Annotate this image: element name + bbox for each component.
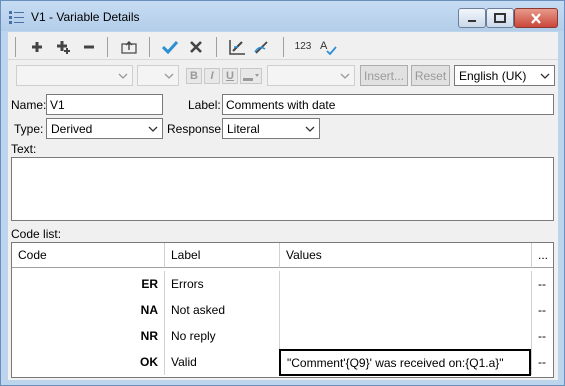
chevron-down-icon [340,73,350,79]
clear-icon [254,41,268,54]
toolbar-separator [216,37,217,57]
insert-button[interactable]: Insert... [360,65,408,86]
bold-button[interactable]: B [186,68,202,84]
properties-button[interactable] [225,36,249,58]
code-cell[interactable]: NA [12,297,165,323]
toolbar-separator [15,37,16,57]
chevron-down-icon [540,73,550,79]
remove-icon [84,45,94,49]
remove-code-button[interactable] [79,36,99,58]
add-icon [32,42,42,52]
underline-button[interactable]: U [222,68,238,84]
table-row[interactable]: NR No reply -- [12,323,553,349]
italic-button[interactable]: I [204,68,220,84]
code-cell[interactable]: OK [12,349,165,375]
code-cell[interactable]: ER [12,271,165,297]
type-value: Derived [51,122,93,136]
column-header-code[interactable]: Code [12,243,165,268]
variable-details-window: V1 - Variable Details 123 A B I U Insert… [0,0,565,386]
dialog-client-area: 123 A B I U Insert... Reset English (UK)… [8,32,558,380]
svg-text:A: A [320,40,328,52]
title-bar: V1 - Variable Details [1,1,564,31]
reset-button[interactable]: Reset [411,65,450,86]
values-cell[interactable] [280,297,532,323]
more-cell[interactable]: -- [532,323,553,349]
variable-details-icon [9,11,24,24]
cancel-button[interactable] [185,36,207,58]
add-code-button[interactable] [27,36,47,58]
column-header-more[interactable]: ... [532,243,553,268]
label-cell[interactable]: Valid [165,349,280,375]
table-row[interactable]: ER Errors -- [12,271,553,297]
font-name-combo[interactable] [16,65,133,86]
minimize-button[interactable] [458,8,486,28]
spell-check-icon: A [320,40,337,55]
values-cell[interactable] [280,271,532,297]
language-value: English (UK) [459,69,527,83]
toolbar-separator [107,37,108,57]
font-size-combo[interactable] [137,65,179,86]
type-label: Type: [14,122,44,136]
type-select[interactable]: Derived [46,118,163,139]
language-combo[interactable]: English (UK) [454,65,555,86]
response-label: Response: [167,122,225,136]
minimize-icon [468,20,476,22]
toolbar-divider [8,59,558,60]
response-value: Literal [227,122,260,136]
label-cell[interactable]: Errors [165,271,280,297]
name-input[interactable]: V1 [46,94,163,115]
name-label: Name: [11,98,47,112]
maximize-icon [494,13,506,23]
table-row[interactable]: NA Not asked -- [12,297,553,323]
column-header-label[interactable]: Label [165,243,280,268]
cancel-x-icon [190,41,202,53]
text-color-button[interactable] [240,68,262,84]
numbering-icon: 123 [294,40,312,52]
grid-header-row: Code Label Values ... [12,243,553,268]
close-icon [531,12,541,24]
move-up-button[interactable] [118,36,140,58]
chevron-down-icon [305,126,315,132]
label-cell[interactable]: Not asked [165,297,280,323]
window-title: V1 - Variable Details [31,10,140,24]
style-combo[interactable] [267,65,355,86]
chevron-down-icon [164,73,174,79]
codelist-label: Code list: [11,227,62,241]
more-cell[interactable]: -- [532,297,553,323]
properties-icon [229,40,245,55]
code-cell[interactable]: NR [12,323,165,349]
more-cell[interactable]: -- [532,271,553,297]
chevron-down-icon [118,73,128,79]
code-list-grid: Code Label Values ... ER Errors -- NA No… [11,242,554,378]
question-text-area[interactable] [11,157,554,221]
column-header-values[interactable]: Values [280,243,532,268]
label-cell[interactable]: No reply [165,323,280,349]
maximize-button[interactable] [486,8,514,28]
response-select[interactable]: Literal [222,118,320,139]
values-cell[interactable] [280,323,532,349]
ok-button[interactable] [159,36,181,58]
add-multiple-icon [57,41,70,54]
text-label: Text: [11,142,37,156]
text-color-icon [243,74,259,81]
move-up-icon [121,41,137,54]
spell-check-button[interactable]: A [317,36,339,58]
toolbar-separator [283,37,284,57]
ok-check-icon [162,40,178,54]
numbering-button[interactable]: 123 [290,35,316,57]
label-input[interactable]: Comments with date [222,94,554,115]
clear-button[interactable] [250,36,274,58]
close-button[interactable] [514,8,558,28]
toolbar-separator [149,37,150,57]
values-cell-editing[interactable]: "Comment'{Q9}' was received on:{Q1.a}" [279,349,531,376]
add-multiple-button[interactable] [52,36,74,58]
chevron-down-icon [148,126,158,132]
label-label: Label: [188,98,221,112]
more-cell[interactable]: -- [532,349,553,375]
